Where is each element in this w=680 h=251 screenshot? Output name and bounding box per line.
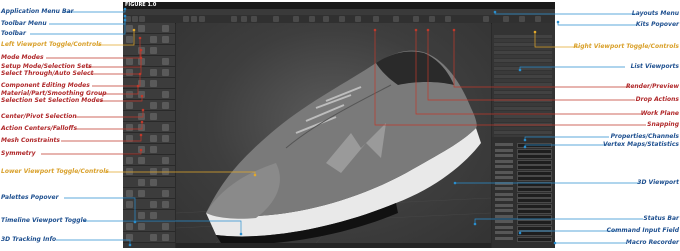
callout-label-left: Center/Pivot Selection (1, 113, 77, 120)
callout-label-left: Lower Viewport Toggle/Controls (1, 168, 109, 175)
leader-line (76, 122, 143, 130)
leader-dot (518, 231, 522, 235)
leader-dot (139, 56, 143, 60)
leader-dot (123, 7, 127, 11)
callout-label-right: 3D Viewport (637, 179, 679, 186)
leader-dot (426, 28, 430, 32)
callout-label-right: Layouts Menu (631, 10, 679, 17)
leader-line (84, 220, 242, 234)
leader-line (519, 230, 617, 233)
leader-dot (452, 28, 456, 32)
callout-label-right: Status Bar (643, 215, 679, 222)
leader-line (61, 135, 142, 142)
callout-label-left: Material/Part/Smoothing Group (1, 90, 107, 97)
callout-label-left: Symmetry (1, 150, 36, 157)
callout-label-left: 3D Tracking Info (1, 236, 57, 243)
callout-label-right: Render/Preview (626, 83, 679, 90)
leader-dot (139, 133, 143, 137)
callout-label-left: Palettes Popover (1, 194, 59, 201)
callout-label-right: List Viewports (630, 63, 679, 70)
leader-line (494, 12, 637, 15)
leader-line (49, 16, 126, 25)
leader-dot (139, 148, 143, 152)
callout-label-left: Mode Modes (1, 54, 44, 61)
leader-dot (453, 181, 457, 185)
leader-dot (140, 120, 144, 124)
leader-dot (128, 243, 132, 247)
leader-dot (373, 28, 377, 32)
leader-dot (533, 30, 537, 34)
leader-line (41, 150, 142, 155)
leader-dot (123, 18, 127, 22)
leader-line (97, 30, 135, 46)
leader-line (524, 136, 609, 140)
callout-label-left: Selection Set Selection Modes (1, 97, 104, 104)
callout-label-right: Work Plane (640, 110, 679, 117)
leader-dot (253, 173, 257, 177)
callout-label-left: Toolbar (1, 30, 26, 37)
callout-label-right: Snapping (647, 121, 679, 128)
leader-line (76, 110, 144, 118)
leader-dot (523, 145, 527, 149)
leader-line (453, 30, 629, 88)
leader-line (427, 30, 635, 101)
leader-dot (518, 68, 522, 72)
callout-label-left: Action Centers/Falloffs (1, 125, 78, 132)
callout-label-right: Macro Recorder (625, 239, 679, 246)
callout-label-left: Select Through/Auto Select (1, 70, 94, 77)
leader-line (519, 66, 625, 70)
callout-label-right: Command Input Field (606, 227, 679, 234)
callout-label-left: Component Editing Modes (1, 82, 90, 89)
leader-dot (414, 28, 418, 32)
leader-dot (493, 10, 497, 14)
leader-line (90, 58, 142, 75)
leader-line (105, 171, 256, 175)
leader-dot (138, 36, 142, 40)
leader-line (92, 74, 141, 87)
callout-label-right: Vertex Maps/Statistics (603, 141, 679, 148)
leader-dot (553, 241, 557, 245)
leader-line (87, 50, 142, 68)
leader-line (56, 239, 131, 245)
callout-label-right: Properties/Channels (610, 133, 679, 140)
leader-dot (139, 48, 143, 52)
leader-line (474, 218, 643, 224)
callout-label-left: Setup Mode/Selection Sets (1, 63, 92, 70)
callout-label-left: Toolbar Menu (1, 20, 47, 27)
leader-dot (141, 108, 145, 112)
callout-label-left: Left Viewport Toggle/Controls (1, 41, 102, 48)
leader-dot (132, 28, 136, 32)
annotated-figure: FIGURE 1.0 Application Menu Bar Toolbar … (0, 0, 680, 251)
leader-dot (140, 94, 144, 98)
leader-lines (30, 7, 646, 247)
leader-dot (523, 138, 527, 142)
callout-label-right: Kits Popover (635, 21, 679, 28)
callout-label-right: Drop Actions (635, 96, 679, 103)
leader-line (524, 144, 607, 147)
leader-dot (473, 222, 477, 226)
leader-dot (239, 232, 243, 236)
callout-label-left: Timeline Viewport Toggle (1, 217, 87, 224)
leader-dot (123, 14, 127, 18)
leader-dot (136, 84, 140, 88)
leader-line (557, 22, 637, 26)
callout-label-right: Right Viewport Toggle/Controls (573, 43, 679, 50)
leader-dot (138, 72, 142, 76)
leader-line (534, 32, 579, 48)
callout-label-left: Mesh Constraints (1, 137, 60, 144)
callout-label-left: Application Menu Bar (1, 8, 74, 15)
leader-dot (556, 20, 560, 24)
